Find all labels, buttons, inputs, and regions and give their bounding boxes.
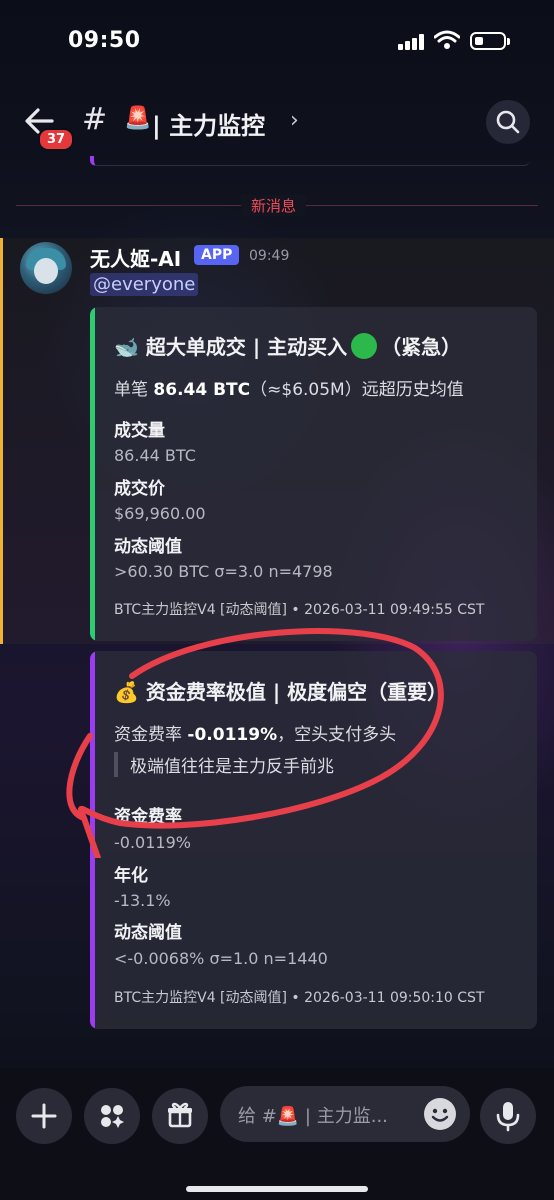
field-value: <-0.0068% σ=1.0 n=1440 (114, 949, 328, 968)
desc-prefix: 资金费率 (114, 725, 188, 745)
embed-accent-bar (90, 307, 95, 641)
embed-title-text: 🐋 超大单成交 | 主动买入 (114, 335, 348, 359)
desc-suffix: （≈$6.05M）远超历史均值 (250, 380, 464, 400)
field-value: 86.44 BTC (114, 446, 196, 465)
embed-funding-rate[interactable]: 💰 资金费率极值 | 极度偏空（重要） 资金费率 -0.0119%，空头支付多头… (90, 651, 537, 1029)
wifi-icon (434, 30, 460, 49)
green-circle-icon (351, 333, 378, 359)
embed-large-order[interactable]: 🐋 超大单成交 | 主动买入 （紧急） 单笔 86.44 BTC（≈$6.05M）… (90, 307, 537, 641)
apps-button[interactable] (84, 1088, 140, 1144)
embed-title-suffix: （紧急） (381, 335, 462, 359)
unread-badge: 37 (38, 128, 75, 151)
status-bar: 09:50 (0, 0, 554, 84)
channel-header: 37 # 🚨 | 主力监控 › (0, 92, 554, 156)
mention-highlight-bar (0, 238, 3, 644)
composer-bar: 给 #🚨 | 主力监... (0, 1068, 554, 1200)
voice-button[interactable] (480, 1088, 536, 1144)
status-time: 09:50 (68, 28, 141, 53)
gift-button[interactable] (152, 1088, 208, 1144)
message-input-placeholder: 给 #🚨 | 主力监... (238, 1106, 388, 1127)
embed-description: 资金费率 -0.0119%，空头支付多头 (114, 720, 396, 745)
channel-title[interactable]: | 主力监控 (152, 106, 265, 141)
embed-accent-bar (90, 651, 95, 1029)
everyone-mention[interactable]: @everyone (90, 273, 199, 296)
siren-emoji: 🚨 (124, 106, 152, 131)
field-name: 年化 (114, 866, 148, 886)
apps-icon (101, 1105, 124, 1128)
desc-suffix: ，空头支付多头 (277, 725, 397, 745)
home-indicator (186, 1186, 368, 1192)
embed-footer: BTC主力监控V4 [动态阈值] • 2026-03-11 09:50:10 C… (114, 990, 485, 1006)
message-author[interactable]: 无人姬-AI (90, 243, 181, 272)
message-timestamp: 09:49 (249, 248, 290, 264)
embed-description: 单笔 86.44 BTC（≈$6.05M）远超历史均值 (114, 375, 464, 400)
field-name: 动态阈值 (114, 923, 182, 943)
search-button[interactable] (486, 100, 530, 144)
hash-icon: # (82, 102, 108, 137)
chevron-right-icon[interactable]: › (290, 108, 299, 133)
plus-icon (31, 1103, 57, 1129)
search-icon (496, 110, 520, 134)
avatar[interactable] (20, 242, 72, 294)
message-input[interactable]: 给 #🚨 | 主力监... (220, 1086, 470, 1142)
field-name: 资金费率 (114, 807, 182, 827)
field-value: >60.30 BTC σ=3.0 n=4798 (114, 562, 333, 581)
embed-footer: BTC主力监控V4 [动态阈值] • 2026-03-11 09:49:55 C… (114, 602, 485, 618)
field-name: 成交价 (114, 479, 165, 499)
cellular-signal-icon (398, 34, 426, 50)
embed-title: 🐋 超大单成交 | 主动买入 （紧急） (114, 331, 461, 360)
embed-title: 💰 资金费率极值 | 极度偏空（重要） (114, 680, 448, 704)
desc-prefix: 单笔 (114, 380, 154, 400)
field-name: 成交量 (114, 421, 165, 441)
add-button[interactable] (16, 1088, 72, 1144)
field-value: $69,960.00 (114, 504, 206, 523)
embed-quote: 极端值往往是主力反手前兆 (114, 752, 334, 777)
battery-icon (470, 32, 510, 50)
app-badge: APP (194, 245, 240, 265)
new-messages-label: 新消息 (241, 195, 307, 216)
desc-bold: 86.44 BTC (153, 380, 251, 400)
field-name: 动态阈值 (114, 537, 182, 557)
gift-icon (168, 1102, 192, 1128)
field-value: -0.0119% (114, 833, 191, 852)
desc-bold: -0.0119% (187, 725, 278, 745)
field-value: -13.1% (114, 891, 171, 910)
previous-embed-edge (90, 156, 530, 166)
microphone-icon (496, 1102, 520, 1132)
emoji-icon[interactable] (424, 1098, 456, 1130)
